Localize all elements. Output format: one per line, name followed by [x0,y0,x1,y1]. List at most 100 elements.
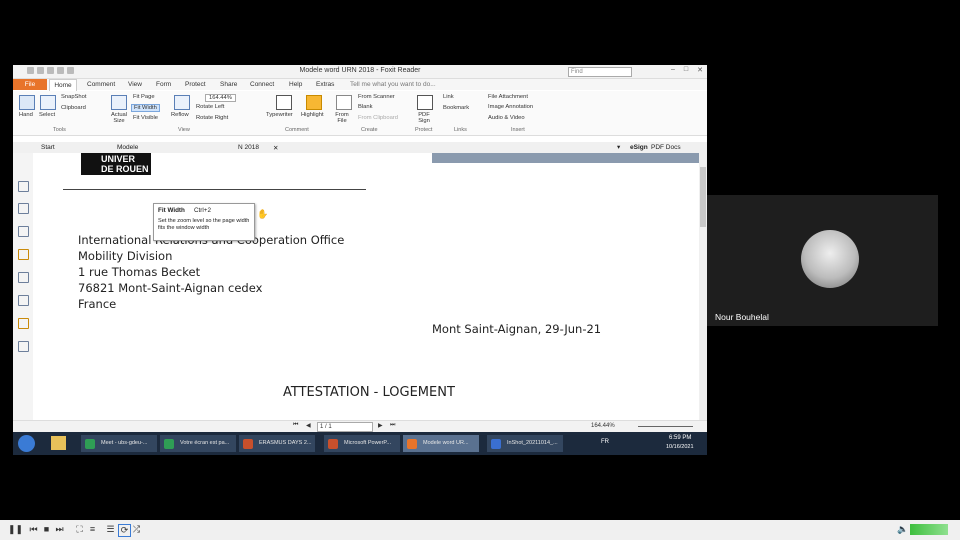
blank-button[interactable]: Blank [358,104,373,110]
next-icon[interactable]: ⏭ [54,524,65,535]
snapshot-button[interactable]: SnapShot [61,94,86,100]
fit-visible-button[interactable]: Fit Visible [133,115,158,121]
minimize-icon[interactable]: – [671,66,675,74]
close-icon[interactable]: ✕ [697,66,703,74]
taskbar-item[interactable]: InShot_20211014_... [487,435,563,452]
bookmark-button[interactable]: Bookmark [443,105,469,111]
previous-icon[interactable]: ⏮ [28,524,39,535]
header-band [432,153,699,163]
pause-icon[interactable]: ❚❚ [8,524,23,535]
volume-icon[interactable]: 🔈 [897,524,908,535]
fit-width-button[interactable]: Fit Width [131,104,160,112]
shuffle-icon[interactable]: ⤮ [131,524,142,535]
attachments-icon[interactable] [18,272,29,283]
comments-icon[interactable] [18,249,29,260]
link-button[interactable]: Link [443,94,454,100]
reflow-button[interactable]: Reflow [171,112,189,118]
taskbar-item[interactable]: Modele word UR... [403,435,479,452]
loop-icon[interactable]: ⟳ [118,524,131,537]
address-line: Mobility Division [78,249,173,263]
document-page[interactable]: UNIVER DE ROUEN ✋ International Relation… [33,153,699,420]
lock-icon[interactable] [18,318,29,329]
tab-extras[interactable]: Extras [316,81,334,88]
bookmarks-icon[interactable] [18,203,29,214]
fit-page-button[interactable]: Fit Page [133,94,155,100]
extended-settings-icon[interactable]: ≡ [87,524,98,535]
taskbar-item[interactable]: Microsoft PowerP... [324,435,400,452]
zoom-select[interactable]: 164.44% [205,94,236,102]
tab-form[interactable]: Form [156,81,171,88]
language-indicator[interactable]: FR [601,439,609,445]
layers-icon[interactable] [18,226,29,237]
rotate-left-button[interactable]: Rotate Left [196,104,224,110]
hand-icon[interactable] [19,95,35,110]
from-file-icon[interactable] [336,95,352,110]
next-page-icon[interactable]: ▶ [378,422,383,429]
select-button[interactable]: Select [39,112,55,118]
tooltip-shortcut: Ctrl+2 [194,207,211,214]
from-file-button[interactable]: From File [335,112,349,124]
taskbar-item[interactable]: ERASMUS DAYS 2... [239,435,315,452]
file-attachment-button[interactable]: File Attachment [488,94,528,100]
fields-icon[interactable] [18,295,29,306]
tab-comment[interactable]: Comment [87,81,115,88]
stop-icon[interactable]: ■ [41,524,52,535]
taskbar-item[interactable]: Votre écran est pa... [160,435,236,452]
tab-connect[interactable]: Connect [250,81,274,88]
maximize-icon[interactable]: □ [684,66,688,74]
volume-slider[interactable] [910,524,948,535]
pdf-sign-button[interactable]: PDF Sign [417,112,431,124]
page-input[interactable]: 1 / 1 [317,422,373,432]
playlist-icon[interactable]: ☰ [105,524,116,535]
tab-view[interactable]: View [128,81,142,88]
prev-page-icon[interactable]: ◀ [306,422,311,429]
taskbar-item[interactable]: Meet - ubs-gdeu-... [81,435,157,452]
find-input[interactable]: Find [568,67,632,77]
chevron-down-icon[interactable]: ▾ [617,143,620,151]
from-clipboard-button[interactable]: From Clipboard [358,115,398,121]
clipboard-button[interactable]: Clipboard [61,105,86,111]
tab-share[interactable]: Share [220,81,237,88]
esign-label[interactable]: eSign [630,144,648,151]
start-icon[interactable] [18,435,35,452]
actual-size-icon[interactable] [111,95,127,110]
clock-date[interactable]: 10/16/2021 [666,444,694,450]
pdf-sign-icon[interactable] [417,95,433,110]
participant-tile[interactable]: Nour Bouhelal [707,195,938,326]
tab-modele-2018[interactable]: N 2018 [238,144,259,151]
tab-help[interactable]: Help [289,81,302,88]
typewriter-button[interactable]: Typewriter [266,112,293,118]
rotate-right-button[interactable]: Rotate Right [196,115,228,121]
zoom-slider[interactable] [638,426,693,427]
clock-time[interactable]: 6:59 PM [669,435,691,441]
signature-icon[interactable] [18,341,29,352]
tab-start[interactable]: Start [41,144,55,151]
tab-modele[interactable]: Modele [117,144,138,151]
hand-button[interactable]: Hand [19,112,33,118]
file-tab[interactable]: File [13,79,47,90]
file-explorer-icon[interactable] [51,436,66,450]
last-page-icon[interactable]: ⏭ [390,422,395,429]
highlight-button[interactable]: Highlight [301,112,324,118]
title-bar: Modele word URN 2018 - Foxit Reader Find… [13,65,707,79]
chrome-icon [164,439,174,449]
close-tab-icon[interactable]: ✕ [273,144,278,152]
pdf-docs-label[interactable]: PDF Docs [651,144,681,151]
tell-me-input[interactable]: Tell me what you want to do... [350,81,436,88]
audio-video-button[interactable]: Audio & Video [488,115,525,121]
date-line: Mont Saint-Aignan, 29-Jun-21 [432,322,602,336]
fullscreen-icon[interactable]: ⛶ [74,524,85,535]
from-scanner-button[interactable]: From Scanner [358,94,395,100]
tab-home[interactable]: Home [49,79,77,91]
select-icon[interactable] [40,95,56,110]
image-annotation-button[interactable]: Image Annotation [488,104,533,110]
typewriter-icon[interactable] [276,95,292,110]
vertical-scrollbar[interactable] [699,153,707,420]
first-page-icon[interactable]: ⏮ [293,422,298,429]
pages-icon[interactable] [18,181,29,192]
actual-size-button[interactable]: Actual Size [109,112,129,124]
tab-protect[interactable]: Protect [185,81,206,88]
scrollbar-thumb[interactable] [700,167,706,227]
reflow-icon[interactable] [174,95,190,110]
highlight-icon[interactable] [306,95,322,110]
